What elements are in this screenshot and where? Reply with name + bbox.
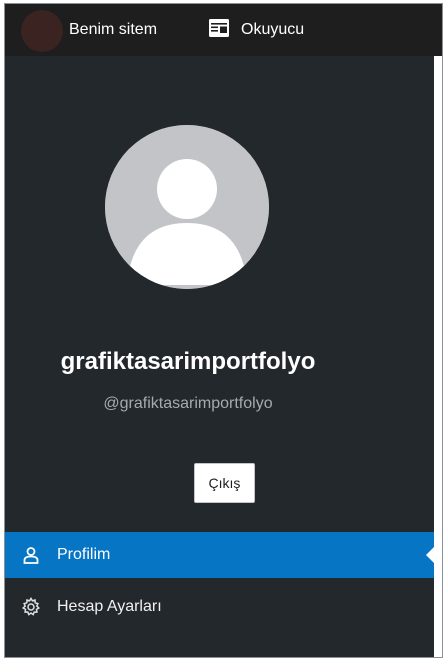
my-site-label: Benim sitem <box>69 21 158 38</box>
main-content-area <box>434 56 442 657</box>
menu-item-my-profile[interactable]: Profilim <box>5 532 434 578</box>
person-icon <box>21 545 41 565</box>
default-avatar-icon <box>105 125 269 289</box>
gear-icon <box>21 597 41 617</box>
profile-sidebar: grafiktasarimportfolyo @grafiktasarimpor… <box>5 56 434 657</box>
logout-button[interactable]: Çıkış <box>194 463 255 503</box>
menu-item-label: Profilim <box>57 546 111 563</box>
reader-icon <box>209 18 241 42</box>
reader-label: Okuyucu <box>241 21 305 38</box>
my-site-link[interactable]: Benim sitem <box>69 4 157 56</box>
user-avatar[interactable] <box>21 10 63 52</box>
reader-link[interactable]: Okuyucu <box>209 4 304 56</box>
profile-username: @grafiktasarimportfolyo <box>103 395 273 412</box>
profile-avatar[interactable] <box>105 125 269 289</box>
profile-display-name: grafiktasarimportfolyo <box>60 348 316 375</box>
app-window: Benim sitem Okuyucu grafiktasarimportfol… <box>4 3 443 658</box>
masterbar: Benim sitem Okuyucu <box>5 4 442 56</box>
menu-item-label: Hesap Ayarları <box>57 598 162 615</box>
menu-item-account-settings[interactable]: Hesap Ayarları <box>5 584 434 630</box>
active-indicator <box>426 547 434 563</box>
